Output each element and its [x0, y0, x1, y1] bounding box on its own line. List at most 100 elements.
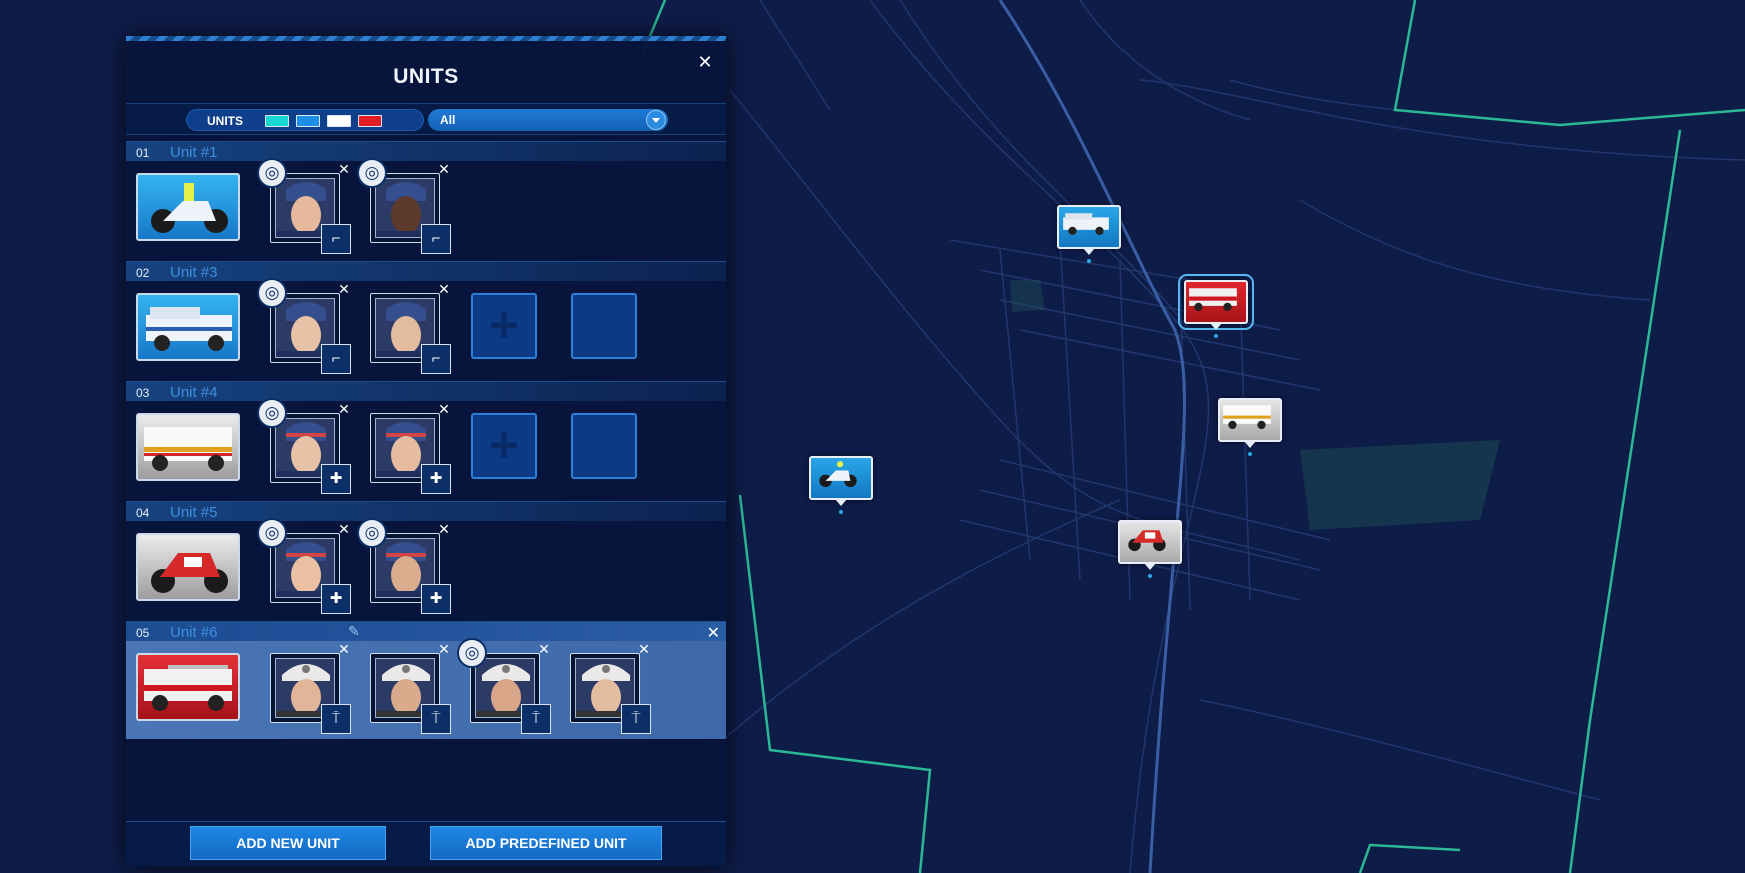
remove-crew-icon[interactable]: ✕: [437, 282, 451, 296]
crew-member[interactable]: ◎ ✕ ⌐: [357, 158, 451, 254]
chevron-down-icon[interactable]: [646, 110, 666, 130]
police-van-icon: [146, 307, 232, 351]
remove-crew-icon[interactable]: ✕: [337, 642, 351, 656]
empty-crew-slot[interactable]: [571, 413, 637, 479]
fire-truck-icon: [144, 665, 232, 711]
filter-label: UNITS: [207, 114, 243, 128]
map-marker-ambulance[interactable]: [1218, 398, 1282, 456]
extinguisher-icon: ⍑: [521, 704, 551, 734]
remove-crew-icon[interactable]: ✕: [337, 522, 351, 536]
medkit-icon: ✚: [321, 464, 351, 494]
crew-member[interactable]: ◎ ✕ ⌐: [257, 158, 351, 254]
extinguisher-icon: ⍑: [621, 704, 651, 734]
vehicle-police-van[interactable]: [136, 293, 240, 361]
map-marker-fire-truck[interactable]: [1178, 274, 1254, 338]
remove-crew-icon[interactable]: ✕: [437, 162, 451, 176]
unit-row: ◎ ✕ ⌐ ◎ ✕ ⌐: [126, 158, 726, 261]
units-panel: UNITS ✕ UNITS All 01 Unit #1 ◎ ✕ ⌐ ◎ ✕ ⌐…: [126, 36, 726, 867]
ambulance-motorcycle-icon: [151, 553, 228, 593]
steering-wheel-icon[interactable]: ◎: [357, 518, 387, 548]
unit-number: 01: [136, 146, 150, 160]
ambulance-motorcycle-icon: [1128, 530, 1166, 552]
vehicle-police-motorcycle[interactable]: [136, 173, 240, 241]
unit-row: ◎ ✕ ⌐ ✕ ⌐ +: [126, 278, 726, 381]
unit-header[interactable]: 03 Unit #4: [126, 381, 726, 401]
gun-icon: ⌐: [321, 344, 351, 374]
unit-number: 03: [136, 386, 150, 400]
vehicle-ambulance-motorcycle[interactable]: [136, 533, 240, 601]
crew-member[interactable]: ◎ ✕ ⌐: [257, 278, 351, 374]
filter-swatch-red[interactable]: [358, 115, 382, 127]
map-marker-police-van[interactable]: [1057, 205, 1121, 263]
crew-member[interactable]: ◎ ✕ ✚: [257, 518, 351, 614]
remove-crew-icon[interactable]: ✕: [637, 642, 651, 656]
police-van-icon: [1063, 213, 1109, 236]
crew-member[interactable]: ✕ ⍑: [570, 642, 651, 734]
remove-crew-icon[interactable]: ✕: [337, 402, 351, 416]
medkit-icon: ✚: [421, 584, 451, 614]
unit-number: 04: [136, 506, 150, 520]
unit-number: 02: [136, 266, 150, 280]
unit-header-selected[interactable]: 05 Unit #6 ✎ ✕: [126, 621, 726, 643]
steering-wheel-icon[interactable]: ◎: [257, 158, 287, 188]
unit-name: Unit #1: [170, 144, 218, 161]
unit-header[interactable]: 01 Unit #1: [126, 141, 726, 161]
close-icon[interactable]: ✕: [696, 53, 714, 71]
empty-crew-slot[interactable]: [571, 293, 637, 359]
add-crew-slot[interactable]: +: [471, 413, 537, 479]
steering-wheel-icon[interactable]: ◎: [257, 278, 287, 308]
unit-header[interactable]: 02 Unit #3: [126, 261, 726, 281]
unit-name: Unit #4: [170, 384, 218, 401]
steering-wheel-icon[interactable]: ◎: [357, 158, 387, 188]
crew-member[interactable]: ◎ ✕ ✚: [357, 518, 451, 614]
unit-filter-dropdown[interactable]: All: [428, 109, 668, 131]
fire-truck-icon: [1189, 288, 1237, 312]
filter-swatch-white[interactable]: [327, 115, 351, 127]
crew-member[interactable]: ✕ ⍑: [270, 642, 351, 734]
filter-swatch-blue[interactable]: [296, 115, 320, 127]
ambulance-icon: [1223, 405, 1271, 430]
unit-type-filter[interactable]: UNITS: [186, 109, 424, 131]
pencil-icon[interactable]: ✎: [348, 623, 360, 640]
remove-crew-icon[interactable]: ✕: [437, 522, 451, 536]
vehicle-fire-truck[interactable]: [136, 653, 240, 721]
unit-name: Unit #3: [170, 264, 218, 281]
unit-header[interactable]: 04 Unit #5: [126, 501, 726, 521]
crew-member[interactable]: ✕ ⍑: [370, 642, 451, 734]
crew-member[interactable]: ✕ ✚: [370, 402, 451, 494]
remove-crew-icon[interactable]: ✕: [537, 642, 551, 656]
crew-member[interactable]: ✕ ⌐: [370, 282, 451, 374]
ambulance-icon: [144, 427, 232, 471]
panel-footer: ADD NEW UNIT ADD PREDEFINED UNIT: [126, 821, 726, 865]
panel-title: UNITS: [393, 65, 459, 88]
motorcycle-icon: [819, 461, 857, 488]
remove-crew-icon[interactable]: ✕: [337, 282, 351, 296]
vehicle-ambulance[interactable]: [136, 413, 240, 481]
steering-wheel-icon[interactable]: ◎: [257, 518, 287, 548]
steering-wheel-icon[interactable]: ◎: [257, 398, 287, 428]
unit-row: ✕ ⍑ ✕ ⍑ ◎ ✕ ⍑ ✕ ⍑: [126, 638, 726, 741]
filter-bar: UNITS All: [126, 103, 726, 135]
steering-wheel-icon[interactable]: ◎: [457, 638, 487, 668]
crew-member[interactable]: ◎ ✕ ✚: [257, 398, 351, 494]
unit-row: ◎ ✕ ✚ ◎ ✕ ✚: [126, 518, 726, 621]
add-crew-slot[interactable]: +: [471, 293, 537, 359]
add-predefined-unit-button[interactable]: ADD PREDEFINED UNIT: [430, 826, 662, 860]
map-marker-police-motorcycle[interactable]: [809, 456, 873, 514]
gun-icon: ⌐: [421, 224, 451, 254]
medkit-icon: ✚: [421, 464, 451, 494]
remove-crew-icon[interactable]: ✕: [437, 402, 451, 416]
remove-crew-icon[interactable]: ✕: [337, 162, 351, 176]
unit-name: Unit #5: [170, 504, 218, 521]
add-new-unit-button[interactable]: ADD NEW UNIT: [190, 826, 386, 860]
remove-crew-icon[interactable]: ✕: [437, 642, 451, 656]
crew-member[interactable]: ◎ ✕ ⍑: [457, 638, 551, 734]
close-icon[interactable]: ✕: [707, 623, 720, 643]
unit-row: ◎ ✕ ✚ ✕ ✚ +: [126, 398, 726, 501]
unit-number: 05: [136, 626, 150, 640]
filter-swatch-cyan[interactable]: [265, 115, 289, 127]
dropdown-value: All: [440, 113, 456, 127]
extinguisher-icon: ⍑: [421, 704, 451, 734]
gun-icon: ⌐: [321, 224, 351, 254]
map-marker-ambulance-motorcycle[interactable]: [1118, 520, 1182, 578]
